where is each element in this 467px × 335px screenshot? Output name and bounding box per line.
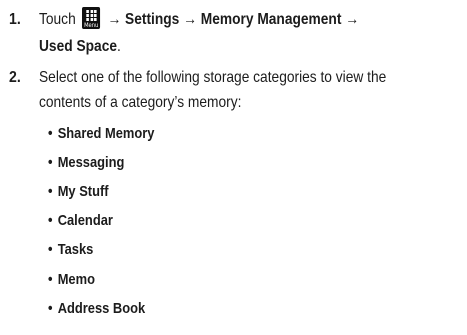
step-number: 1. [9, 11, 21, 28]
step-end: . [117, 38, 121, 55]
list-item: • My Stuff [48, 183, 109, 200]
list-item: • Tasks [48, 241, 94, 258]
step-number: 2. [9, 69, 21, 86]
step-text-cont: contents of a category’s memory: [39, 94, 242, 111]
list-item: • Messaging [48, 154, 125, 171]
step-text: Select one of the following storage cate… [39, 69, 387, 86]
step-prefix: Touch [39, 11, 76, 28]
menu-path-end: Used Space [39, 38, 118, 55]
menu-grid-icon: Menu [82, 7, 101, 29]
list-item: • Calendar [48, 212, 113, 229]
list-item: • Memo [48, 271, 95, 288]
list-item: • Address Book [48, 300, 146, 317]
menu-icon-label: Menu [84, 22, 99, 29]
menu-path: → Settings → Memory Management → [107, 11, 360, 28]
step-text: Touch Menu → Settings → Memory Managemen… [39, 7, 359, 32]
list-item: • Shared Memory [48, 125, 155, 142]
